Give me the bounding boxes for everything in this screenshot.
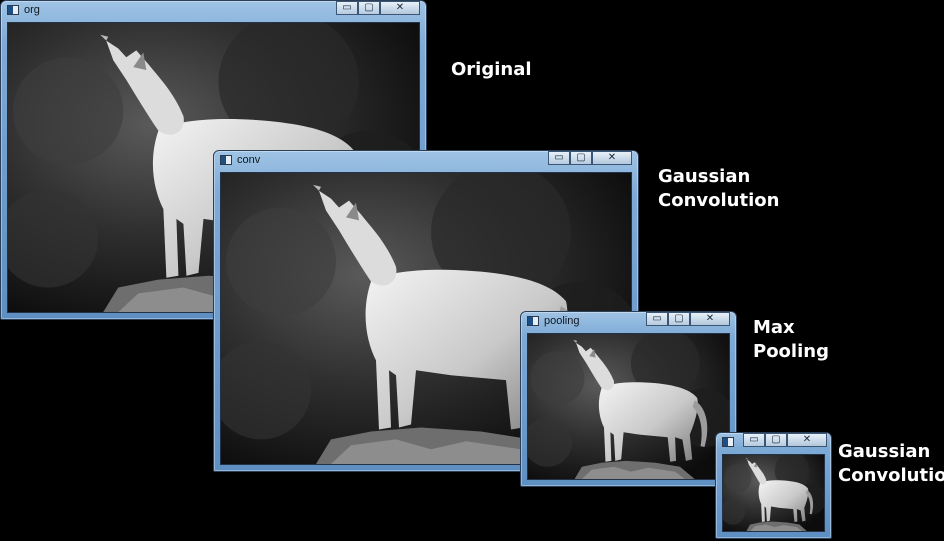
caption-gaussian-convolution-1: Gaussian Convolution	[658, 165, 779, 213]
close-button[interactable]: ✕	[690, 312, 730, 326]
title-bar[interactable]: pooling ▭ ▢ ✕	[521, 312, 736, 332]
caption-original: Original	[451, 58, 532, 82]
wolf-image	[723, 455, 824, 531]
caption-line: Convolution	[838, 465, 944, 486]
app-icon[interactable]	[7, 5, 19, 15]
close-button[interactable]: ✕	[380, 1, 420, 15]
minimize-button[interactable]: ▭	[743, 433, 765, 447]
caption-line: Pooling	[753, 341, 829, 362]
title-bar[interactable]: conv ▭ ▢ ✕	[214, 151, 638, 171]
wolf-image	[528, 334, 729, 479]
close-button[interactable]: ✕	[787, 433, 827, 447]
close-button[interactable]: ✕	[592, 151, 632, 165]
title-bar[interactable]: org ▭ ▢ ✕	[1, 1, 426, 21]
caption-line: Convolution	[658, 190, 780, 211]
caption-line: Max	[753, 317, 795, 338]
image-display	[527, 333, 730, 480]
title-bar[interactable]: ▭ ▢ ✕	[716, 433, 831, 453]
app-icon[interactable]	[722, 437, 734, 447]
window-title: pooling	[544, 315, 580, 327]
caption-original-text: Original	[451, 59, 532, 80]
window-title: org	[24, 4, 40, 16]
window-title: conv	[237, 154, 261, 166]
maximize-button[interactable]: ▢	[765, 433, 787, 447]
maximize-button[interactable]: ▢	[358, 1, 380, 15]
minimize-button[interactable]: ▭	[548, 151, 570, 165]
caption-max-pooling: Max Pooling	[753, 316, 829, 364]
app-icon[interactable]	[527, 316, 539, 326]
pooling-window[interactable]: pooling ▭ ▢ ✕	[520, 311, 737, 487]
maximize-button[interactable]: ▢	[570, 151, 592, 165]
minimize-button[interactable]: ▭	[646, 312, 668, 326]
small-conv-window[interactable]: ▭ ▢ ✕	[715, 432, 832, 539]
minimize-button[interactable]: ▭	[336, 1, 358, 15]
app-icon[interactable]	[220, 155, 232, 165]
caption-gaussian-convolution-2: Gaussian Convolution	[838, 440, 944, 488]
maximize-button[interactable]: ▢	[668, 312, 690, 326]
caption-line: Gaussian	[658, 166, 751, 187]
caption-line: Gaussian	[838, 441, 931, 462]
image-display	[722, 454, 825, 532]
